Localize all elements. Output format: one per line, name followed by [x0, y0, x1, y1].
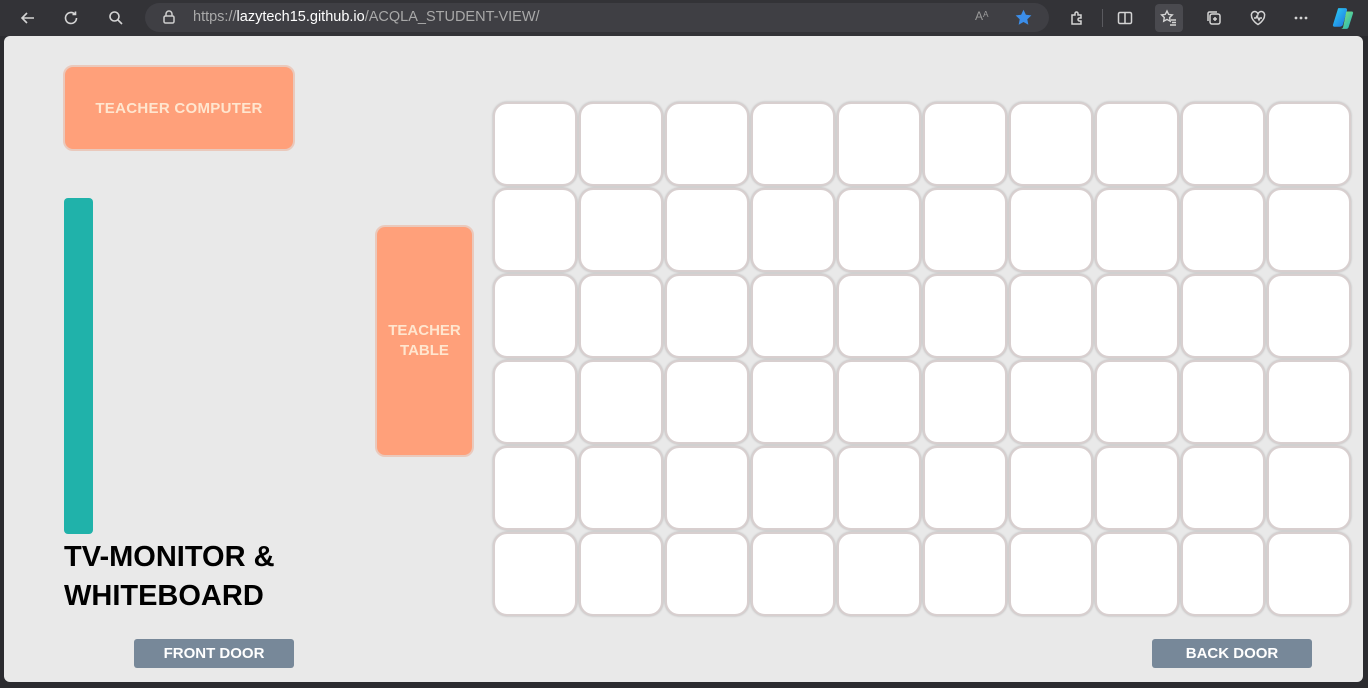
performance-icon[interactable]	[1244, 4, 1272, 32]
more-icon[interactable]	[1287, 4, 1315, 32]
read-aloud-icon[interactable]: Aᴬ	[975, 9, 993, 25]
seat[interactable]	[923, 274, 1007, 358]
seat[interactable]	[751, 360, 835, 444]
seat[interactable]	[1009, 532, 1093, 616]
seat-grid	[493, 102, 1357, 620]
seat[interactable]	[837, 446, 921, 530]
seat[interactable]	[1267, 188, 1351, 272]
lock-icon[interactable]	[161, 9, 177, 25]
seat[interactable]	[665, 102, 749, 186]
seat[interactable]	[493, 274, 577, 358]
seat[interactable]	[923, 532, 1007, 616]
seat[interactable]	[1095, 532, 1179, 616]
seat[interactable]	[751, 102, 835, 186]
seat[interactable]	[923, 102, 1007, 186]
tv-whiteboard-label: TV-MONITOR & WHITEBOARD	[64, 538, 324, 616]
back-icon[interactable]	[14, 4, 42, 32]
refresh-icon[interactable]	[57, 4, 85, 32]
seat[interactable]	[493, 188, 577, 272]
seat[interactable]	[665, 360, 749, 444]
seat[interactable]	[665, 188, 749, 272]
seat[interactable]	[1181, 360, 1265, 444]
teacher-table: TEACHER TABLE	[375, 225, 474, 457]
seat[interactable]	[837, 274, 921, 358]
seat[interactable]	[923, 360, 1007, 444]
page-viewport: TEACHER COMPUTER TV-MONITOR & WHITEBOARD…	[4, 36, 1363, 682]
seat[interactable]	[1009, 360, 1093, 444]
seat[interactable]	[751, 532, 835, 616]
seat[interactable]	[579, 274, 663, 358]
seat[interactable]	[1267, 360, 1351, 444]
seat[interactable]	[665, 274, 749, 358]
seat[interactable]	[751, 188, 835, 272]
seat[interactable]	[665, 532, 749, 616]
seat[interactable]	[579, 360, 663, 444]
tv-label-line1: TV-MONITOR &	[64, 541, 275, 573]
seat[interactable]	[493, 102, 577, 186]
back-door[interactable]: BACK DOOR	[1152, 639, 1312, 668]
seat[interactable]	[837, 188, 921, 272]
search-icon[interactable]	[102, 4, 130, 32]
seat[interactable]	[1267, 274, 1351, 358]
split-screen-icon[interactable]	[1111, 4, 1139, 32]
toolbar-divider	[1102, 9, 1103, 27]
seat[interactable]	[1009, 446, 1093, 530]
seat[interactable]	[493, 360, 577, 444]
url-prefix: https://	[193, 9, 237, 25]
seat[interactable]	[493, 532, 577, 616]
tv-monitor-whiteboard	[64, 198, 93, 534]
seat[interactable]	[1181, 532, 1265, 616]
seat[interactable]	[1181, 188, 1265, 272]
favorites-icon[interactable]	[1155, 4, 1183, 32]
seat[interactable]	[1095, 102, 1179, 186]
seat[interactable]	[1095, 446, 1179, 530]
favorite-star-icon[interactable]	[1014, 8, 1033, 27]
seat[interactable]	[837, 102, 921, 186]
seat[interactable]	[579, 532, 663, 616]
collections-icon[interactable]	[1200, 4, 1228, 32]
url-text[interactable]: https://lazytech15.github.io/ACQLA_STUDE…	[193, 9, 540, 27]
browser-toolbar: https://lazytech15.github.io/ACQLA_STUDE…	[0, 0, 1368, 36]
seat[interactable]	[751, 274, 835, 358]
extensions-icon[interactable]	[1063, 4, 1091, 32]
seat[interactable]	[579, 446, 663, 530]
seat[interactable]	[923, 188, 1007, 272]
seat[interactable]	[665, 446, 749, 530]
seat[interactable]	[837, 360, 921, 444]
address-bar[interactable]: https://lazytech15.github.io/ACQLA_STUDE…	[145, 3, 1049, 32]
seat[interactable]	[923, 446, 1007, 530]
seat[interactable]	[751, 446, 835, 530]
seat[interactable]	[1095, 274, 1179, 358]
seat[interactable]	[1095, 360, 1179, 444]
seat[interactable]	[1267, 102, 1351, 186]
seat[interactable]	[1009, 188, 1093, 272]
front-door[interactable]: FRONT DOOR	[134, 639, 294, 668]
seat[interactable]	[1181, 102, 1265, 186]
copilot-icon[interactable]	[1329, 4, 1357, 32]
seat[interactable]	[579, 102, 663, 186]
seat[interactable]	[1267, 446, 1351, 530]
seat[interactable]	[1181, 446, 1265, 530]
tv-label-line2: WHITEBOARD	[64, 580, 264, 612]
url-path: /ACQLA_STUDENT-VIEW/	[364, 9, 540, 25]
url-host: lazytech15.github.io	[236, 9, 365, 25]
seat[interactable]	[1009, 102, 1093, 186]
seat[interactable]	[837, 532, 921, 616]
seat[interactable]	[1095, 188, 1179, 272]
seat[interactable]	[493, 446, 577, 530]
teacher-computer: TEACHER COMPUTER	[63, 65, 295, 151]
seat[interactable]	[1181, 274, 1265, 358]
seat[interactable]	[579, 188, 663, 272]
seat[interactable]	[1267, 532, 1351, 616]
seat[interactable]	[1009, 274, 1093, 358]
